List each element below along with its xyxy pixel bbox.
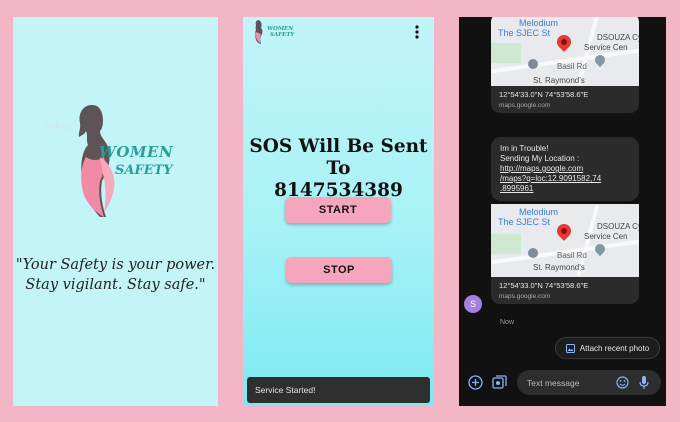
background-text: Full-sc [45,121,72,131]
school-marker-icon [528,248,538,258]
map-source: maps.google.com [499,293,551,300]
logo-line-2: SAFETY [270,32,295,38]
location-link[interactable]: http://maps.google.com [500,164,583,173]
map-label: Melodium [519,207,559,217]
sos-heading-line-1: SOS Will Be Sent To [249,136,428,179]
school-marker-icon [528,59,538,69]
stop-button[interactable]: STOP [286,257,392,283]
attach-recent-photo-button[interactable]: Attach recent photo [555,337,660,359]
microphone-icon[interactable] [639,375,649,395]
map-label: St. Raymond's [533,263,585,272]
gallery-icon[interactable] [492,375,507,395]
sos-text-message: Im in Trouble! Sending My Location : htt… [491,137,639,201]
map-label: Basil Rd [557,251,587,260]
start-button[interactable]: START [285,197,391,223]
add-icon[interactable] [468,375,483,395]
map-label: St. Raymond's [533,76,585,85]
message-line: Sending My Location : [500,154,580,163]
safety-quote: "Your Safety is your power. Stay vigilan… [15,257,216,293]
app-logo-text: WOMEN SAFETY [267,26,294,38]
message-timestamp: Now [500,319,515,326]
more-vert-icon[interactable] [415,25,419,39]
messages-screen: Melodium The SJEC St DSOUZA Cy Service C… [459,17,666,406]
image-icon [565,343,575,353]
app-logo [255,20,263,44]
map-label: DSOUZA Cy [597,33,639,42]
map-source: maps.google.com [499,102,551,109]
emoji-icon[interactable] [616,376,629,394]
location-link[interactable]: .8995961 [500,184,533,193]
map-label: The SJEC St [498,28,551,38]
map-preview-card[interactable]: Melodium The SJEC St DSOUZA Cy Service C… [491,204,639,304]
location-pin-icon [554,32,574,52]
map-label: Basil Rd [557,62,587,71]
map-label: Service Cen [584,232,628,241]
map-preview-card[interactable]: Melodium The SJEC St DSOUZA Cy Service C… [491,17,639,113]
attach-label: Attach recent photo [579,343,650,353]
main-screen: WOMEN SAFETY SOS Will Be Sent To 8147534… [243,17,434,406]
sos-heading: SOS Will Be Sent To 8147534389 [243,136,434,202]
message-line: Im in Trouble! [500,144,549,153]
splash-screen: Full-sc WOMEN SAFETY "Your Safety is you… [13,17,218,406]
brand-line-1: WOMEN [99,143,174,161]
compose-bar [517,370,661,395]
brand-line-2: SAFETY [115,163,173,178]
location-link[interactable]: /maps?q=loc:12.9091582,74 [500,174,601,183]
map-thumbnail: Melodium The SJEC St DSOUZA Cy Service C… [491,204,639,277]
map-thumbnail: Melodium The SJEC St DSOUZA Cy Service C… [491,17,639,86]
avatar[interactable]: S [464,295,482,313]
location-coordinates: 12°54'33.0"N 74°53'58.6"E [499,90,589,99]
map-label: Service Cen [584,43,628,52]
location-coordinates: 12°54'33.0"N 74°53'58.6"E [499,281,589,290]
map-label: Melodium [519,18,559,28]
map-label: The SJEC St [498,217,551,227]
toast-message: Service Started! [247,377,430,403]
map-label: DSOUZA Cy [597,222,639,231]
location-pin-icon [554,221,574,241]
message-input[interactable] [527,375,612,390]
